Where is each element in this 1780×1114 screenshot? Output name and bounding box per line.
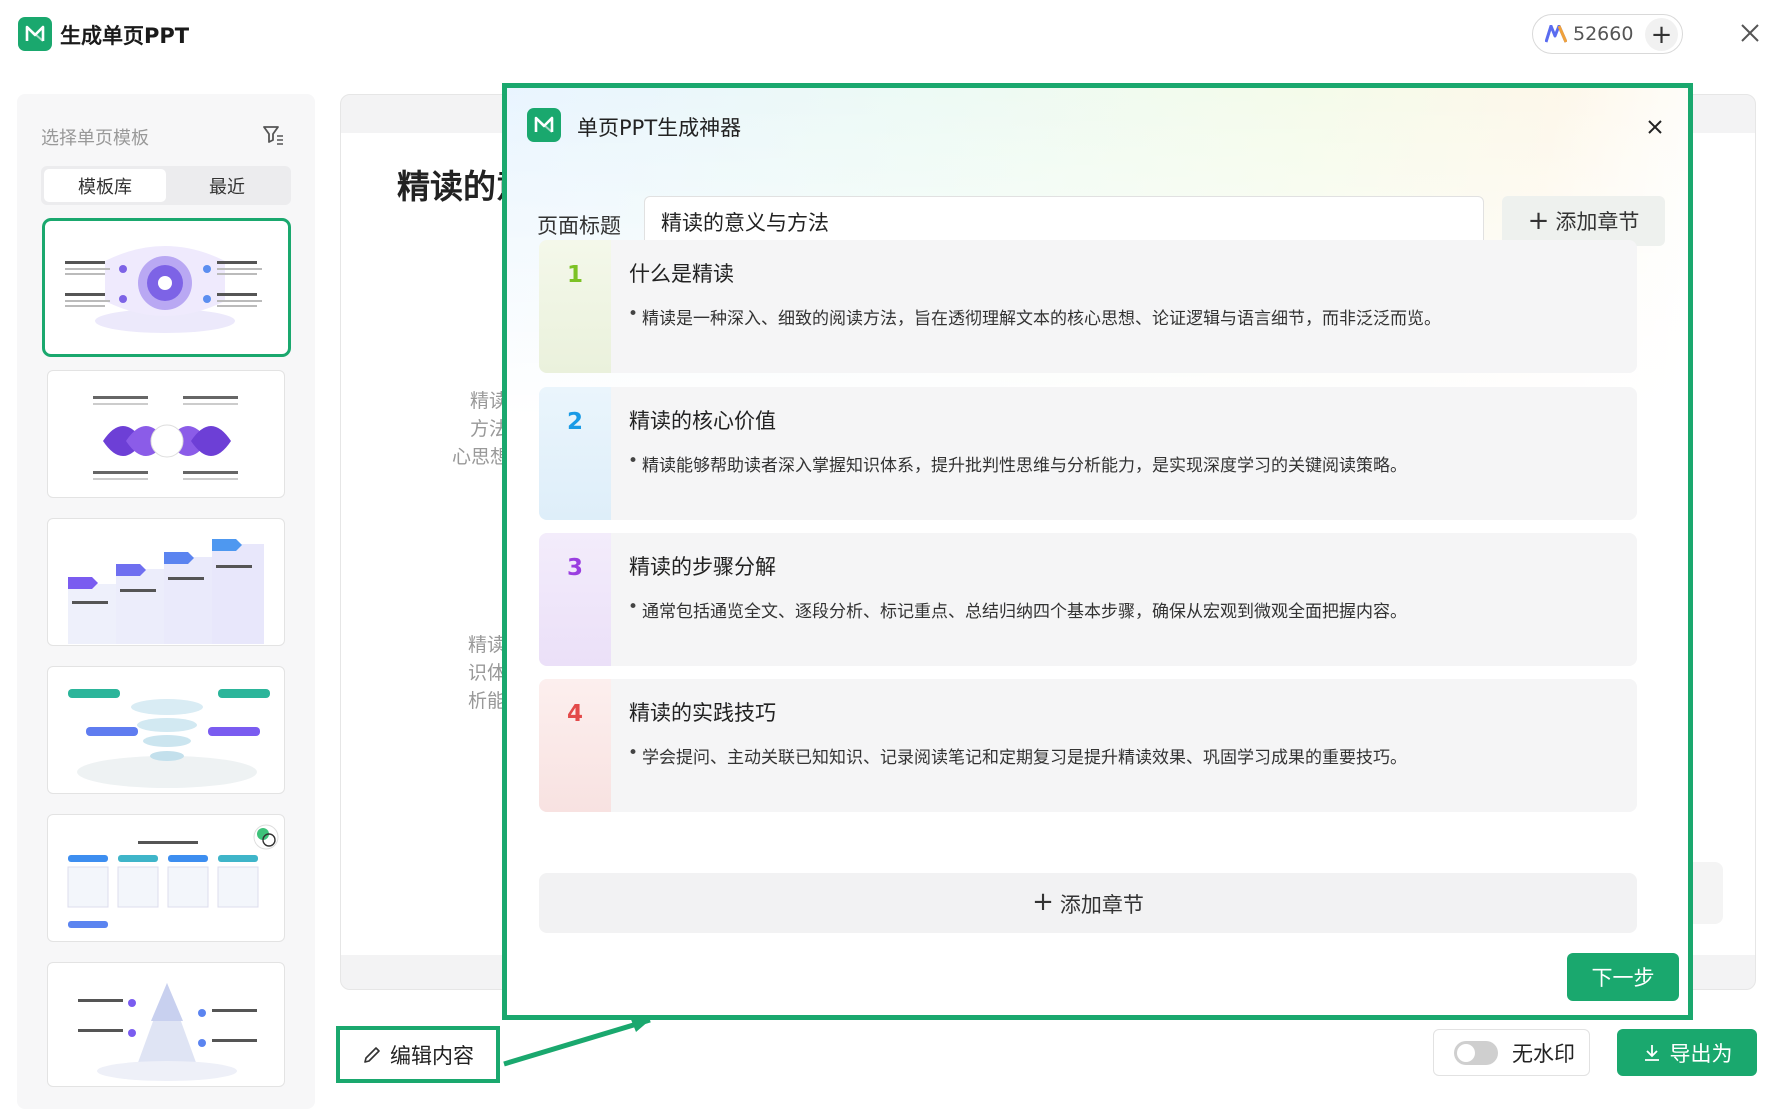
section-card[interactable]: 1 什么是精读 精读是一种深入、细致的阅读方法，旨在透彻理解文本的核心思想、论证… — [539, 240, 1637, 373]
section-card[interactable]: 4 精读的实践技巧 学会提问、主动关联已知知识、记录阅读笔记和定期复习是提升精读… — [539, 679, 1637, 812]
section-title[interactable]: 什么是精读 — [629, 258, 734, 288]
dialog-logo — [527, 108, 561, 142]
template-thumbnail[interactable] — [47, 962, 285, 1087]
app-logo — [18, 17, 52, 51]
tab-template-library[interactable]: 模板库 — [44, 169, 166, 202]
template-thumbnail[interactable] — [47, 666, 285, 794]
edit-content-button[interactable]: 编辑内容 — [336, 1026, 500, 1083]
section-card[interactable]: 3 精读的步骤分解 通常包括通览全文、逐段分析、标记重点、总结归纳四个基本步骤，… — [539, 533, 1637, 666]
export-label: 导出为 — [1669, 1041, 1733, 1066]
close-icon[interactable] — [1735, 18, 1765, 48]
section-title[interactable]: 精读的核心价值 — [629, 405, 776, 435]
section-card[interactable]: 2 精读的核心价值 精读能够帮助读者深入掌握知识体系，提升批判性思维与分析能力，… — [539, 387, 1637, 520]
template-tabs: 模板库 最近 — [41, 166, 291, 205]
template-thumbnail[interactable] — [42, 218, 291, 357]
add-chapter-label: 添加章节 — [1059, 893, 1144, 917]
logo-icon — [25, 25, 45, 42]
section-number: 3 — [566, 555, 583, 581]
download-icon — [1644, 1044, 1659, 1061]
logo-icon — [534, 116, 554, 133]
template-thumbnail[interactable] — [47, 370, 285, 498]
tab-recent[interactable]: 最近 — [166, 169, 288, 202]
watermark-toggle[interactable]: 无水印 — [1433, 1029, 1590, 1076]
toggle-switch[interactable] — [1454, 1040, 1498, 1065]
dialog-title: 单页PPT生成神器 — [577, 116, 742, 140]
filter-icon[interactable] — [262, 124, 284, 146]
add-credits-button[interactable]: + — [1645, 18, 1678, 51]
template-thumbnail[interactable] — [47, 518, 285, 646]
close-icon[interactable] — [1644, 116, 1666, 138]
section-number: 2 — [566, 409, 583, 435]
add-chapter-label: 添加章节 — [1555, 210, 1640, 234]
next-step-button[interactable]: 下一步 — [1567, 953, 1679, 1001]
section-bullet[interactable]: 通常包括通览全文、逐段分析、标记重点、总结归纳四个基本步骤，确保从宏观到微观全面… — [628, 597, 1407, 622]
slide-text-fragment: 析能 — [468, 690, 507, 712]
section-bullet[interactable]: 精读能够帮助读者深入掌握知识体系，提升批判性思维与分析能力，是实现深度学习的关键… — [628, 451, 1407, 476]
credits-icon — [1545, 25, 1567, 43]
watermark-label: 无水印 — [1512, 1041, 1575, 1066]
credits-value: 52660 — [1573, 23, 1634, 45]
plus-icon: + — [1527, 206, 1550, 236]
section-number: 1 — [566, 262, 583, 288]
edit-content-label: 编辑内容 — [390, 1043, 474, 1068]
section-bullet[interactable]: 精读是一种深入、细致的阅读方法，旨在透彻理解文本的核心思想、论证逻辑与语言细节，… — [628, 304, 1441, 329]
slide-text-fragment: 精读 — [468, 634, 507, 656]
add-chapter-bottom-button[interactable]: + 添加章节 — [539, 873, 1637, 933]
page-title-label: 页面标题 — [537, 214, 621, 238]
section-title[interactable]: 精读的步骤分解 — [629, 551, 776, 581]
plus-icon: + — [1032, 887, 1054, 917]
section-title[interactable]: 精读的实践技巧 — [629, 697, 776, 727]
section-number: 4 — [566, 701, 583, 727]
template-thumbnail[interactable] — [47, 814, 285, 942]
ppt-generator-dialog: 单页PPT生成神器 页面标题 + 添加章节 1 什么是精读 精读是一种深入、细致… — [502, 83, 1693, 1020]
slide-text-fragment: 识体 — [468, 662, 507, 684]
credits-badge[interactable]: 52660 + — [1532, 14, 1683, 54]
app-title: 生成单页PPT — [60, 24, 190, 48]
export-button[interactable]: 导出为 — [1617, 1029, 1757, 1076]
pencil-icon — [364, 1046, 380, 1063]
sidebar-title: 选择单页模板 — [41, 128, 149, 149]
add-chapter-button[interactable]: + 添加章节 — [1502, 196, 1665, 246]
section-bullet[interactable]: 学会提问、主动关联已知知识、记录阅读笔记和定期复习是提升精读效果、巩固学习成果的… — [628, 743, 1407, 768]
slide-text-fragment: 心思想 — [452, 446, 510, 468]
